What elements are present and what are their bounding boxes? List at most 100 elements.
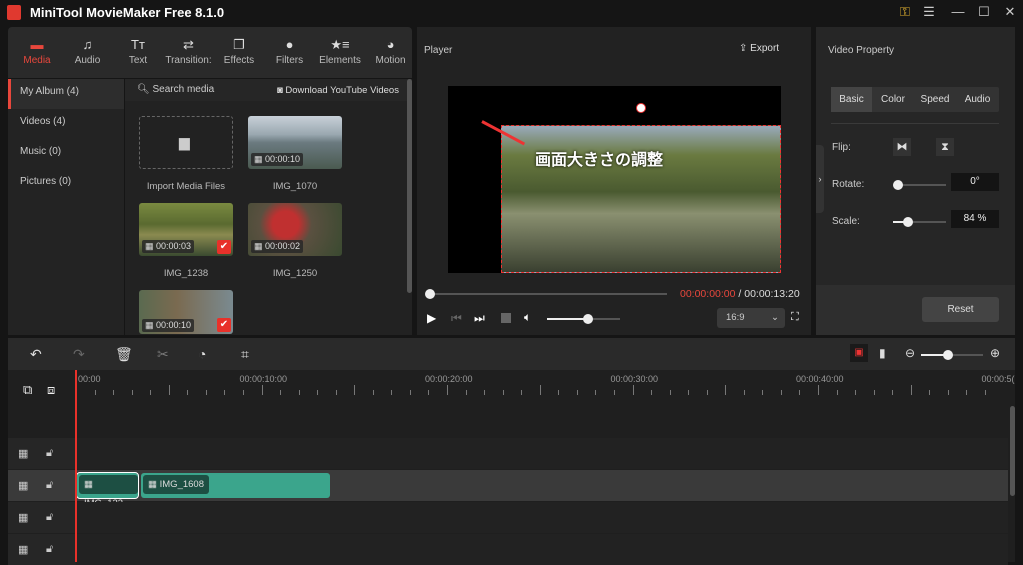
tab-audio[interactable]: Audio	[956, 87, 999, 112]
tab-speed[interactable]: Speed	[914, 87, 956, 112]
lock-icon[interactable]: 🔓︎	[46, 447, 53, 460]
volume-slider[interactable]	[547, 314, 620, 324]
ruler-tick	[855, 390, 857, 395]
ruler-tick	[539, 385, 541, 395]
rotate-slider[interactable]	[893, 180, 946, 190]
total-time: / 00:00:13:20	[738, 288, 800, 300]
tab-audio[interactable]: ♫ Audio	[63, 27, 113, 78]
play-button[interactable]: ▶	[427, 311, 436, 325]
rotate-handle[interactable]	[636, 103, 646, 113]
ruler-label: 00:00	[78, 374, 101, 384]
media-item-img-1238[interactable]: ▦ 00:00:03 ✔	[139, 203, 233, 256]
fullscreen-icon[interactable]: ⛶	[791, 311, 799, 324]
snap-icon[interactable]: ▣	[850, 344, 868, 362]
ruler-tick	[242, 390, 244, 395]
sidebar-item-pictures[interactable]: Pictures (0)	[8, 169, 124, 199]
minimize-button[interactable]: —	[948, 4, 968, 19]
tab-effects[interactable]: ❐ Effects	[214, 27, 264, 78]
export-button[interactable]: ⇪ Export	[739, 43, 779, 54]
ruler-tick	[205, 390, 207, 395]
scale-input[interactable]: 84 %	[951, 210, 999, 228]
ruler-label: 00:00:20:00	[425, 374, 473, 384]
progress-knob[interactable]	[425, 289, 435, 299]
divider	[831, 123, 999, 124]
download-label: Download YouTube Videos	[285, 85, 399, 96]
add-track-icon[interactable]: ⧉	[23, 382, 32, 398]
clip-img-123[interactable]: ▦ IMG_123	[76, 472, 139, 509]
media-item-img-1250[interactable]: ▦ 00:00:02	[248, 203, 342, 256]
zoom-out-icon[interactable]: ⊖	[905, 346, 915, 360]
menu-icon[interactable]: ☰	[919, 4, 939, 20]
clip-img-1608[interactable]: ▦ IMG_1608	[141, 473, 330, 498]
tab-transition[interactable]: ⇄ Transition:	[164, 27, 214, 78]
playhead[interactable]	[75, 370, 77, 562]
undo-icon[interactable]: ↶	[30, 346, 42, 363]
player-title: Player	[424, 45, 453, 56]
lock-icon[interactable]: 🔓︎	[46, 543, 53, 556]
fit-timeline-icon[interactable]: ▮	[879, 346, 886, 360]
remove-track-icon[interactable]: ⧈	[47, 382, 55, 398]
next-frame-button[interactable]: ⏭	[474, 311, 485, 326]
download-youtube-button[interactable]: ◙ Download YouTube Videos	[277, 85, 399, 96]
tab-elements[interactable]: ★≡ Elements	[315, 27, 365, 78]
duration: ▦ 00:00:10	[142, 319, 195, 332]
delete-icon[interactable]: 🗑︎	[115, 346, 133, 363]
tab-text[interactable]: Tт Text	[113, 27, 163, 78]
timeline-zoom-slider[interactable]	[921, 350, 983, 360]
sidebar-item-music[interactable]: Music (0)	[8, 139, 124, 169]
tab-color[interactable]: Color	[872, 87, 914, 112]
aspect-ratio-select[interactable]: 16:9 ⌄	[717, 308, 785, 328]
timeline-scrollbar[interactable]	[1010, 406, 1015, 496]
track-row-main: ▦ 🔓︎ ▦ IMG_123 ▦ IMG_1608	[8, 470, 1008, 509]
key-icon[interactable]: ⚿	[895, 4, 915, 20]
elements-icon: ★≡	[330, 37, 350, 52]
ruler-tick	[743, 390, 745, 395]
progress-slider[interactable]	[425, 289, 667, 299]
flip-horizontal-button[interactable]: ⧓	[893, 138, 911, 156]
maximize-button[interactable]: ☐	[974, 4, 994, 20]
scale-knob[interactable]	[903, 217, 913, 227]
ruler-tick	[150, 390, 152, 395]
ruler-tick	[966, 390, 968, 395]
tab-label: Motion	[375, 55, 406, 66]
time-ruler[interactable]: 00:00 00:00:10:00 00:00:20:00 00:00:30:00 00…	[76, 370, 1015, 405]
video-preview[interactable]: 画面大きさの調整	[448, 86, 781, 273]
volume-icon[interactable]: 🔈︎	[524, 310, 531, 325]
media-scrollbar[interactable]	[407, 79, 412, 293]
split-icon[interactable]: ✂	[157, 346, 169, 363]
sidebar-item-my-album[interactable]: My Album (4)	[8, 79, 124, 109]
lock-icon[interactable]: 🔓︎	[46, 511, 53, 524]
tab-filters[interactable]: ● Filters	[265, 27, 315, 78]
tab-basic[interactable]: Basic	[831, 87, 872, 112]
media-item-4[interactable]: ▦ 00:00:10 ✔	[139, 290, 233, 334]
property-tabs: Basic Color Speed Audio	[831, 87, 999, 112]
flip-vertical-button[interactable]: ⧗	[936, 138, 954, 156]
app-title: MiniTool MovieMaker Free 8.1.0	[30, 5, 225, 20]
ruler-tick	[799, 390, 801, 395]
redo-icon[interactable]: ↷	[73, 346, 85, 363]
zoom-knob[interactable]	[943, 350, 953, 360]
previous-frame-button[interactable]: ⏮	[451, 311, 462, 326]
rotate-input[interactable]: 0°	[951, 173, 999, 191]
scale-slider[interactable]	[893, 217, 946, 227]
sidebar-item-videos[interactable]: Videos (4)	[8, 109, 124, 139]
tab-media[interactable]: ▬ Media	[12, 27, 62, 78]
search-media[interactable]: 🔍︎ Search media	[137, 84, 214, 95]
reset-button[interactable]: Reset	[922, 297, 999, 322]
lock-icon[interactable]: 🔓︎	[46, 479, 53, 492]
import-media-button[interactable]: ▆	[139, 116, 233, 169]
zoom-in-icon[interactable]: ⊕	[990, 346, 1000, 360]
rotate-knob[interactable]	[893, 180, 903, 190]
tab-motion[interactable]: ◕ Motion	[366, 27, 416, 78]
close-button[interactable]: ✕	[1000, 4, 1020, 20]
collapse-panel-chevron-icon[interactable]: ›	[816, 145, 824, 213]
volume-knob[interactable]	[583, 314, 593, 324]
speed-icon[interactable]: ◔	[198, 346, 206, 362]
crop-icon[interactable]: ⌗	[241, 346, 249, 363]
ruler-tick	[354, 385, 356, 395]
media-item-img-1070[interactable]: ▦ 00:00:10	[248, 116, 342, 169]
ruler-label: 00:00:30:00	[610, 374, 659, 384]
stop-button[interactable]	[501, 313, 511, 323]
media-name: IMG_1250	[272, 268, 318, 279]
ruler-tick	[187, 390, 189, 395]
